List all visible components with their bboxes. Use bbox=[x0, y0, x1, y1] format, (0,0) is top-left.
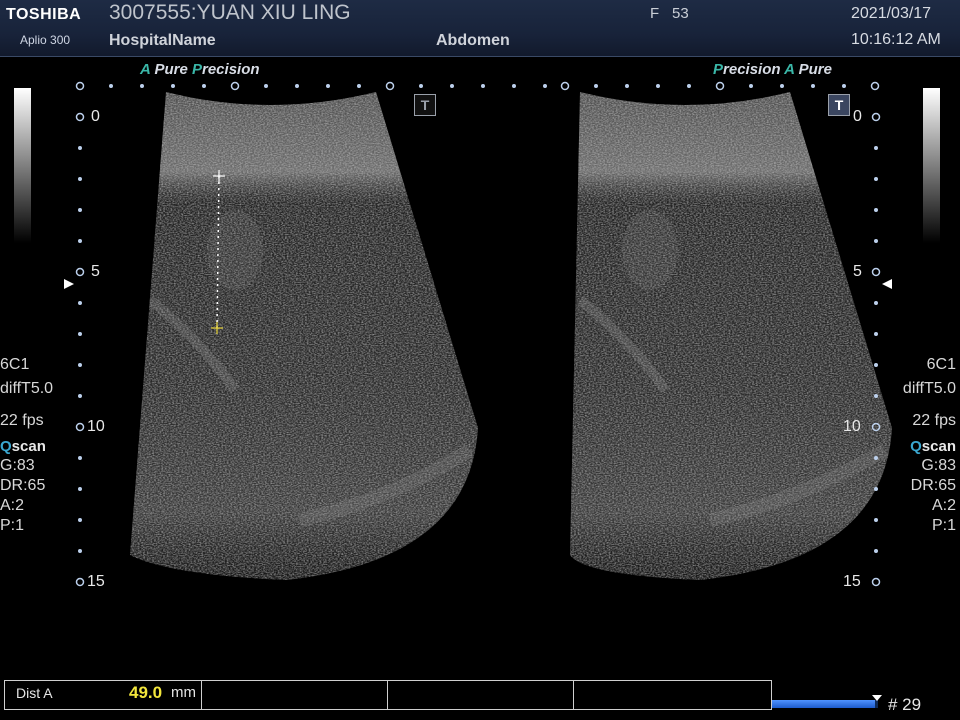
left-gain: G:83 bbox=[0, 457, 35, 474]
right-depth-0: 0 bbox=[853, 108, 862, 125]
left-focus-marker-icon[interactable] bbox=[64, 279, 74, 289]
brand-logo: TOSHIBA bbox=[6, 6, 82, 23]
right-depth-5: 5 bbox=[853, 263, 862, 280]
left-grayscale-bar bbox=[14, 88, 31, 243]
left-frame-rate: 22 fps bbox=[0, 412, 44, 429]
measurement-value: 49.0 bbox=[129, 683, 163, 702]
device-model: Aplio 300 bbox=[20, 33, 71, 47]
cine-pointer-icon[interactable] bbox=[871, 694, 883, 702]
measurement-unit: mm bbox=[171, 684, 196, 701]
right-depth-scale bbox=[871, 112, 881, 587]
right-algorithm-label: Precision A Pure bbox=[713, 61, 832, 78]
header-bar: TOSHIBA Aplio 300 3007555:YUAN XIU LING … bbox=[0, 0, 960, 57]
right-depth-15: 15 bbox=[843, 573, 861, 590]
right-dynamic-range: DR:65 bbox=[910, 477, 956, 494]
cine-progress-fill bbox=[772, 700, 875, 708]
frame-number: # 29 bbox=[888, 695, 922, 714]
hospital-name: HospitalName bbox=[109, 32, 216, 49]
right-p-param: P:1 bbox=[931, 517, 956, 534]
left-t-marker-icon[interactable]: T bbox=[414, 94, 436, 116]
exam-time: 10:16:12 AM bbox=[851, 31, 941, 48]
left-algorithm-label: A Pure Precision bbox=[140, 61, 260, 78]
left-depth-5: 5 bbox=[91, 263, 100, 280]
left-probe: 6C1 bbox=[0, 356, 30, 373]
patient-id-name: 3007555:YUAN XIU LING bbox=[109, 1, 351, 24]
right-grayscale-bar bbox=[923, 88, 940, 243]
exam-preset: Abdomen bbox=[436, 32, 510, 49]
cine-progress-bar[interactable] bbox=[772, 700, 878, 708]
right-focus-marker-icon[interactable] bbox=[882, 279, 892, 289]
measurement-label: Dist A bbox=[16, 685, 53, 701]
left-depth-15: 15 bbox=[87, 573, 105, 590]
right-depth-10: 10 bbox=[843, 418, 861, 435]
measurement-cell-empty bbox=[387, 681, 574, 709]
left-qscan-label: Qscan bbox=[0, 438, 46, 455]
measurement-panel[interactable]: Dist A 49.0 mm bbox=[4, 680, 772, 710]
left-depth-0: 0 bbox=[91, 108, 100, 125]
ultrasound-display[interactable] bbox=[0, 57, 960, 679]
right-a-param: A:2 bbox=[931, 497, 956, 514]
left-depth-10: 10 bbox=[87, 418, 105, 435]
right-qscan-label: Qscan bbox=[910, 438, 956, 455]
patient-age: 53 bbox=[672, 5, 689, 22]
measurement-cell-empty bbox=[573, 681, 770, 709]
right-gain: G:83 bbox=[921, 457, 956, 474]
measurement-cell-empty bbox=[201, 681, 388, 709]
left-p-param: P:1 bbox=[0, 517, 25, 534]
left-ultrasound-image bbox=[130, 92, 478, 580]
right-probe: 6C1 bbox=[926, 356, 956, 373]
measurement-cell[interactable]: Dist A 49.0 mm bbox=[5, 681, 202, 709]
right-frame-rate: 22 fps bbox=[912, 412, 956, 429]
top-scale-markers bbox=[75, 81, 880, 91]
right-t-marker-icon[interactable]: T bbox=[828, 94, 850, 116]
exam-date: 2021/03/17 bbox=[851, 5, 932, 22]
right-filter-mode: diffT5.0 bbox=[902, 380, 956, 397]
left-a-param: A:2 bbox=[0, 497, 25, 514]
left-dynamic-range: DR:65 bbox=[0, 477, 46, 494]
patient-sex: F bbox=[650, 5, 660, 22]
left-depth-scale bbox=[75, 112, 85, 587]
left-filter-mode: diffT5.0 bbox=[0, 380, 54, 397]
